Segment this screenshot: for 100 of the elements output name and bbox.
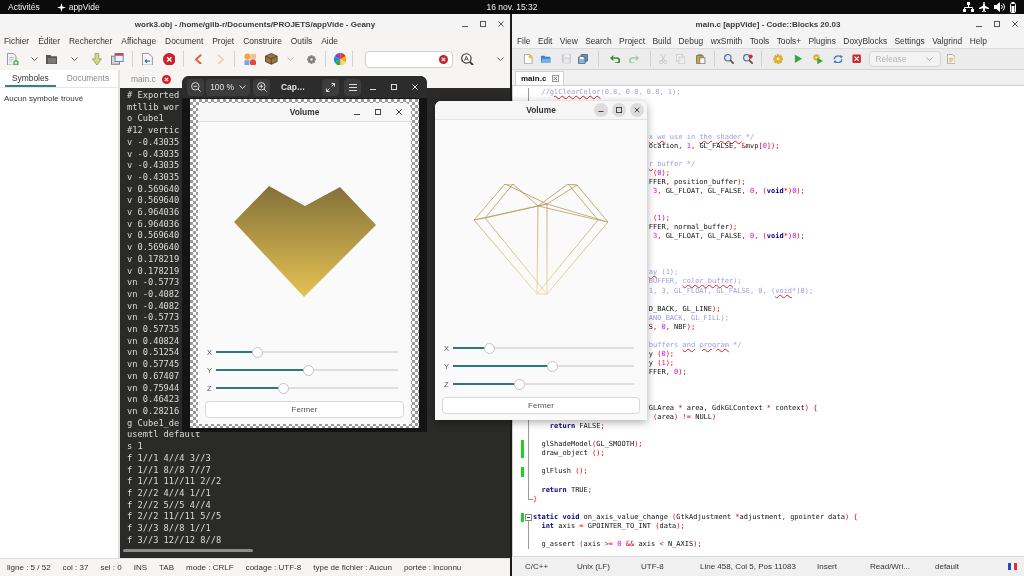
chevron-left-icon[interactable] — [195, 53, 203, 65]
zoom-out-button[interactable] — [187, 78, 204, 96]
caret-icon[interactable] — [497, 57, 504, 61]
menu-item[interactable]: Fichier — [4, 36, 30, 46]
menu-item[interactable]: Éditer — [38, 36, 61, 46]
color-wheel-icon[interactable] — [333, 52, 347, 66]
menu-item[interactable]: Document — [165, 36, 204, 46]
close-icon[interactable] — [162, 52, 176, 66]
menu-item[interactable]: DoxyBlocks — [843, 36, 888, 46]
play-icon[interactable] — [794, 54, 803, 64]
maximize-icon[interactable] — [480, 21, 486, 27]
undo-icon[interactable] — [610, 54, 621, 64]
maximize-icon[interactable] — [375, 109, 381, 115]
slider-thumb[interactable] — [483, 342, 495, 354]
gear-play-icon[interactable] — [812, 53, 824, 65]
close-icon[interactable] — [552, 75, 560, 82]
folder-icon[interactable] — [540, 54, 551, 64]
battery-icon[interactable] — [1010, 1, 1016, 13]
zoom-in-icon — [256, 82, 267, 92]
status-text: Line 458, Col 5, Pos 11083 — [700, 562, 796, 571]
close-button[interactable]: Fermer — [442, 397, 640, 414]
menu-item[interactable]: View — [559, 36, 578, 46]
menu-item[interactable]: File — [517, 36, 531, 46]
floppy-disks-icon[interactable] — [578, 53, 589, 65]
maximize-icon[interactable] — [994, 21, 1000, 27]
sparkle-icon — [56, 2, 66, 12]
menu-item[interactable]: Project — [619, 36, 646, 46]
close-icon[interactable] — [161, 74, 171, 84]
slider-thumb[interactable] — [277, 382, 289, 394]
menu-item[interactable]: Tools+ — [776, 36, 802, 46]
slider-thumb[interactable] — [252, 346, 264, 358]
slider-thumb[interactable] — [303, 364, 315, 376]
menu-item[interactable]: Aide — [321, 36, 338, 46]
stacked-windows-icon[interactable] — [111, 53, 124, 65]
replace-icon[interactable] — [742, 53, 754, 65]
menu-item[interactable]: Edit — [537, 36, 553, 46]
menu-item[interactable]: Projet — [212, 36, 235, 46]
caret-icon[interactable] — [71, 57, 79, 61]
sidebar-tab[interactable]: Documents — [59, 70, 117, 87]
maximize-icon[interactable] — [612, 103, 626, 117]
minimize-icon[interactable] — [462, 25, 468, 27]
box-icon[interactable] — [265, 53, 278, 65]
search-icon[interactable] — [461, 52, 474, 66]
clock[interactable]: 16 nov. 15:32 — [486, 2, 538, 12]
new-file-icon[interactable] — [7, 52, 19, 66]
menu-item[interactable]: Settings — [894, 36, 925, 46]
gear-icon[interactable] — [306, 54, 316, 64]
menu-item[interactable]: Help — [969, 36, 987, 46]
refresh-icon[interactable] — [833, 54, 844, 64]
airplane-icon[interactable] — [979, 2, 989, 12]
editor-tab[interactable]: main.c — [515, 71, 565, 85]
code-line: f 3//3 12//12 8//8 — [127, 534, 222, 547]
clear-icon[interactable] — [439, 54, 449, 64]
menu-item[interactable]: wxSmith — [710, 36, 743, 46]
menu-item[interactable]: Search — [585, 36, 612, 46]
menu-item[interactable]: Debug — [678, 36, 704, 46]
close-icon[interactable] — [630, 103, 644, 117]
code-line: vn -0.5773 — [127, 312, 180, 325]
code-line: v 0.178219 — [127, 265, 180, 278]
activities-button[interactable]: Activités — [8, 2, 40, 12]
network-icon[interactable] — [963, 2, 974, 12]
menu-item[interactable]: Affichage — [121, 36, 157, 46]
fold-toggle-icon[interactable] — [525, 513, 532, 521]
code-line: mtllib wor — [127, 101, 180, 114]
zoom-in-button[interactable] — [253, 78, 270, 96]
fullscreen-button[interactable] — [322, 78, 339, 96]
code-line: vn 0.75944 — [127, 382, 180, 395]
shapes-icon[interactable] — [243, 52, 257, 66]
clipboard-icon[interactable] — [696, 53, 706, 65]
slider-thumb[interactable] — [547, 360, 559, 372]
close-icon[interactable] — [396, 109, 402, 115]
sidebar-tab[interactable]: Symboles — [5, 70, 56, 87]
menu-item[interactable]: Plugins — [808, 36, 836, 46]
flag-icon[interactable] — [1008, 563, 1017, 570]
close-button[interactable]: Fermer — [205, 401, 404, 418]
menu-item[interactable]: Valgrind — [932, 36, 963, 46]
zoom-dropdown[interactable]: 100 % — [206, 78, 250, 96]
menu-item[interactable]: Rechercher — [69, 36, 113, 46]
minimize-icon[interactable] — [354, 113, 360, 115]
document-arrow-icon[interactable] — [141, 52, 153, 66]
menu-item[interactable]: Outils — [290, 36, 313, 46]
search-field[interactable] — [365, 50, 454, 68]
speaker-icon[interactable] — [994, 2, 1005, 12]
code-line: vn -0.4082 — [127, 300, 180, 313]
close-icon[interactable] — [498, 21, 504, 27]
code-line: f 1//1 11//11 2//2 — [127, 476, 222, 488]
stop-icon[interactable] — [852, 54, 862, 64]
menu-item[interactable]: Build — [652, 36, 672, 46]
code-line: #12 vertic — [127, 125, 180, 137]
minimize-icon[interactable] — [976, 25, 982, 27]
menu-item[interactable]: Construire — [243, 36, 282, 46]
caret-icon[interactable] — [30, 57, 38, 61]
folder-icon[interactable] — [45, 53, 58, 65]
app-menu[interactable]: appVide — [56, 2, 100, 12]
scrollbar-thumb[interactable] — [123, 549, 253, 552]
search-icon[interactable] — [723, 53, 734, 65]
slider-thumb[interactable] — [514, 378, 526, 390]
close-icon[interactable] — [1012, 21, 1018, 27]
menu-item[interactable]: Tools — [749, 36, 770, 46]
menu-button[interactable] — [344, 78, 361, 96]
